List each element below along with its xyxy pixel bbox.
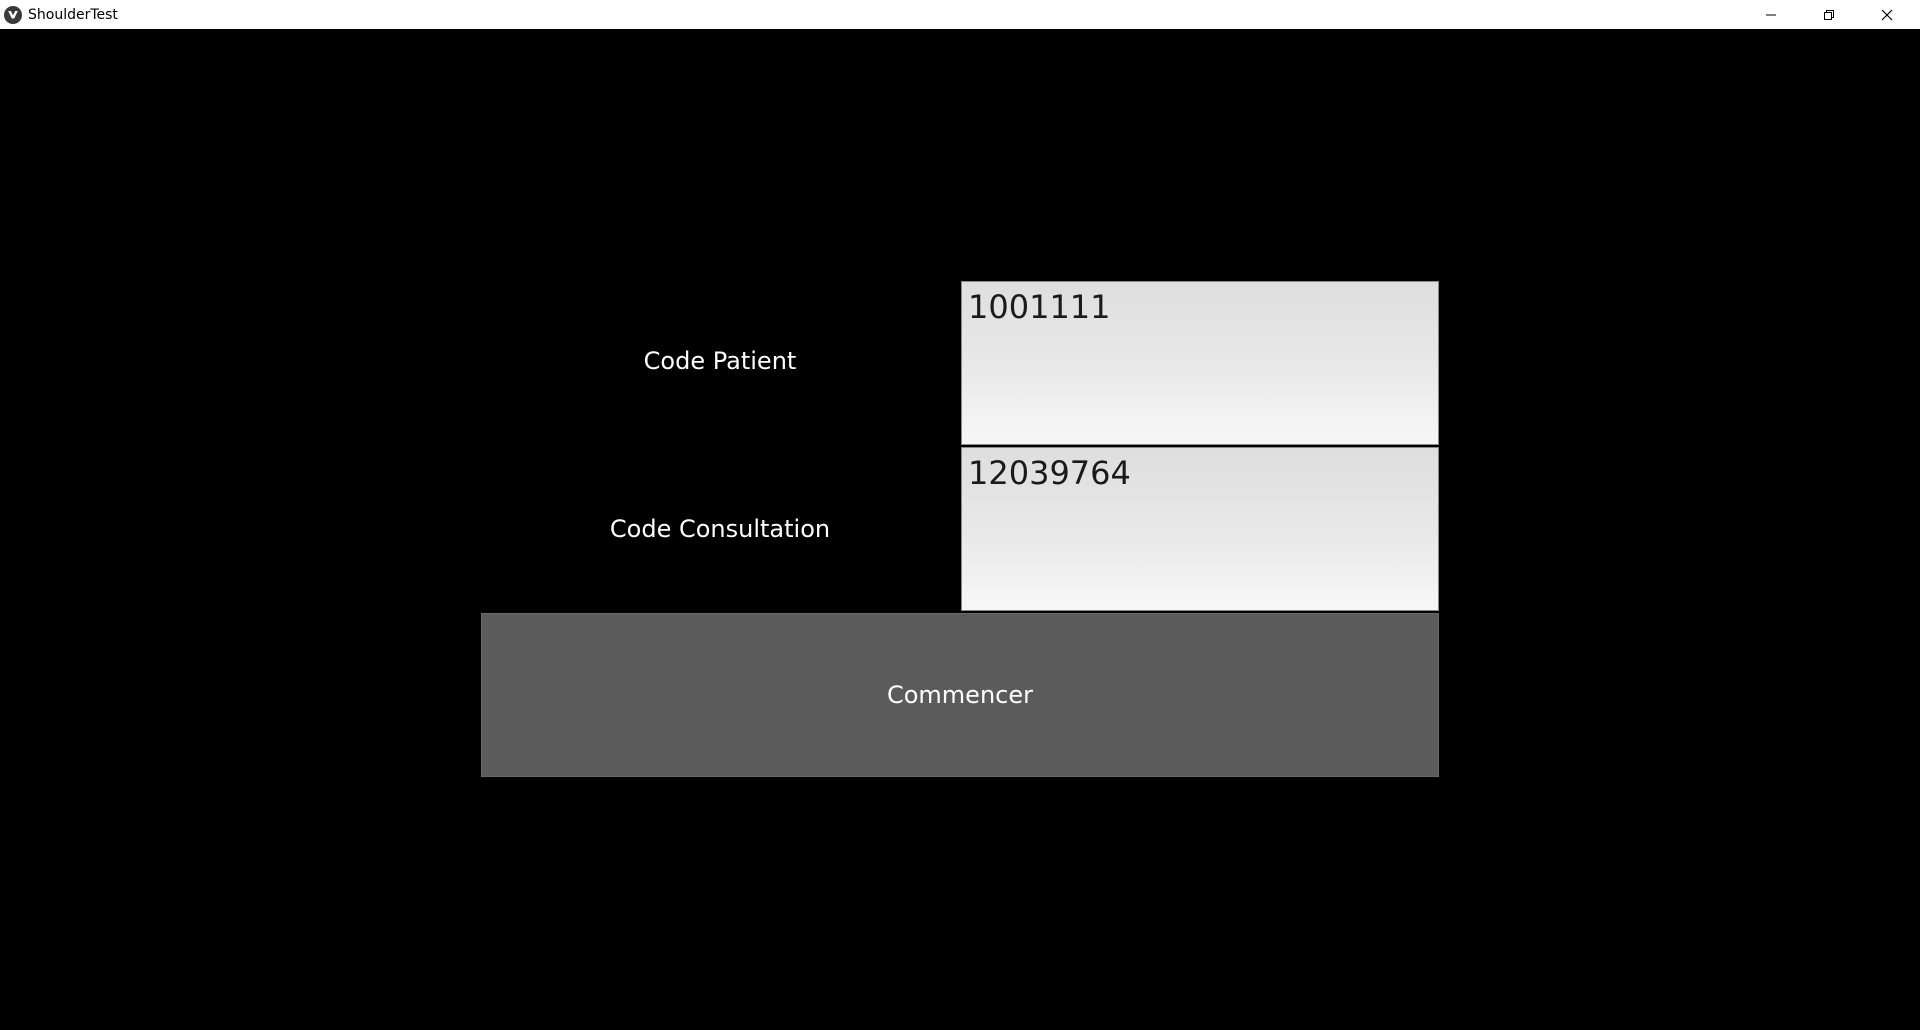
restore-icon bbox=[1824, 9, 1834, 20]
close-icon bbox=[1881, 9, 1893, 20]
restore-button[interactable] bbox=[1800, 0, 1858, 29]
code-consultation-label: Code Consultation bbox=[609, 515, 831, 543]
title-bar: ShoulderTest bbox=[0, 0, 1920, 29]
code-consultation-input[interactable]: 12039764 bbox=[961, 447, 1439, 611]
app-content: Code Patient 1001111 Code Consultation 1… bbox=[0, 29, 1920, 1030]
minimize-button[interactable] bbox=[1742, 0, 1800, 29]
close-button[interactable] bbox=[1858, 0, 1916, 29]
kivy-logo-icon bbox=[4, 5, 22, 24]
code-patient-input[interactable]: 1001111 bbox=[961, 281, 1439, 445]
commencer-button[interactable]: Commencer bbox=[481, 613, 1439, 777]
window-title: ShoulderTest bbox=[28, 6, 118, 23]
code-patient-label: Code Patient bbox=[643, 347, 797, 375]
minimize-icon bbox=[1766, 14, 1776, 15]
